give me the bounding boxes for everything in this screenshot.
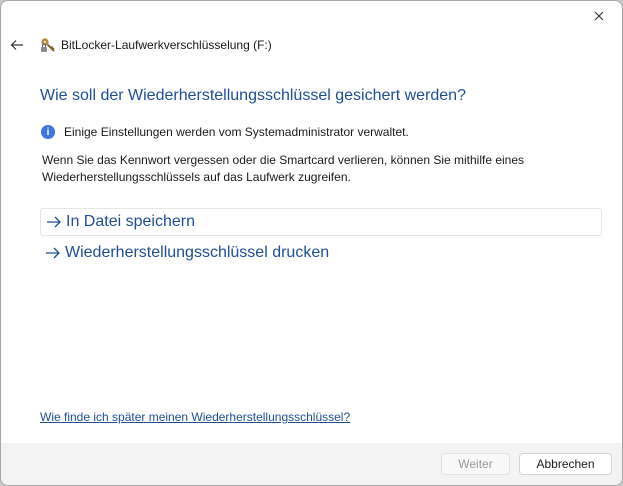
- admin-info-notice: i Einige Einstellungen werden vom System…: [41, 125, 409, 139]
- close-icon: [594, 11, 604, 21]
- close-button[interactable]: [584, 5, 614, 27]
- description-text: Wenn Sie das Kennwort vergessen oder die…: [42, 153, 525, 184]
- option-label: Wiederherstellungsschlüssel drucken: [65, 244, 330, 261]
- help-link[interactable]: Wie finde ich später meinen Wiederherste…: [40, 410, 350, 424]
- back-button[interactable]: [7, 35, 27, 55]
- save-to-file-option[interactable]: In Datei speichern: [40, 208, 602, 236]
- dialog-footer: Weiter Abbrechen: [1, 443, 622, 485]
- info-text: Einige Einstellungen werden vom Systemad…: [64, 125, 409, 139]
- title-bar: BitLocker-Laufwerkverschlüsselung (F:): [39, 35, 272, 55]
- bitlocker-dialog: BitLocker-Laufwerkverschlüsselung (F:) W…: [0, 0, 623, 486]
- cancel-button[interactable]: Abbrechen: [519, 453, 612, 475]
- next-button[interactable]: Weiter: [441, 453, 510, 475]
- print-key-option[interactable]: Wiederherstellungsschlüssel drucken: [40, 239, 602, 267]
- info-icon: i: [41, 125, 55, 139]
- bitlocker-key-icon: [41, 38, 55, 52]
- arrow-right-icon: [46, 247, 60, 259]
- arrow-right-icon: [47, 216, 61, 228]
- page-heading: Wie soll der Wiederherstellungsschlüssel…: [40, 87, 466, 104]
- option-label: In Datei speichern: [66, 213, 195, 230]
- window-title: BitLocker-Laufwerkverschlüsselung (F:): [61, 38, 272, 52]
- back-arrow-icon: [10, 40, 23, 50]
